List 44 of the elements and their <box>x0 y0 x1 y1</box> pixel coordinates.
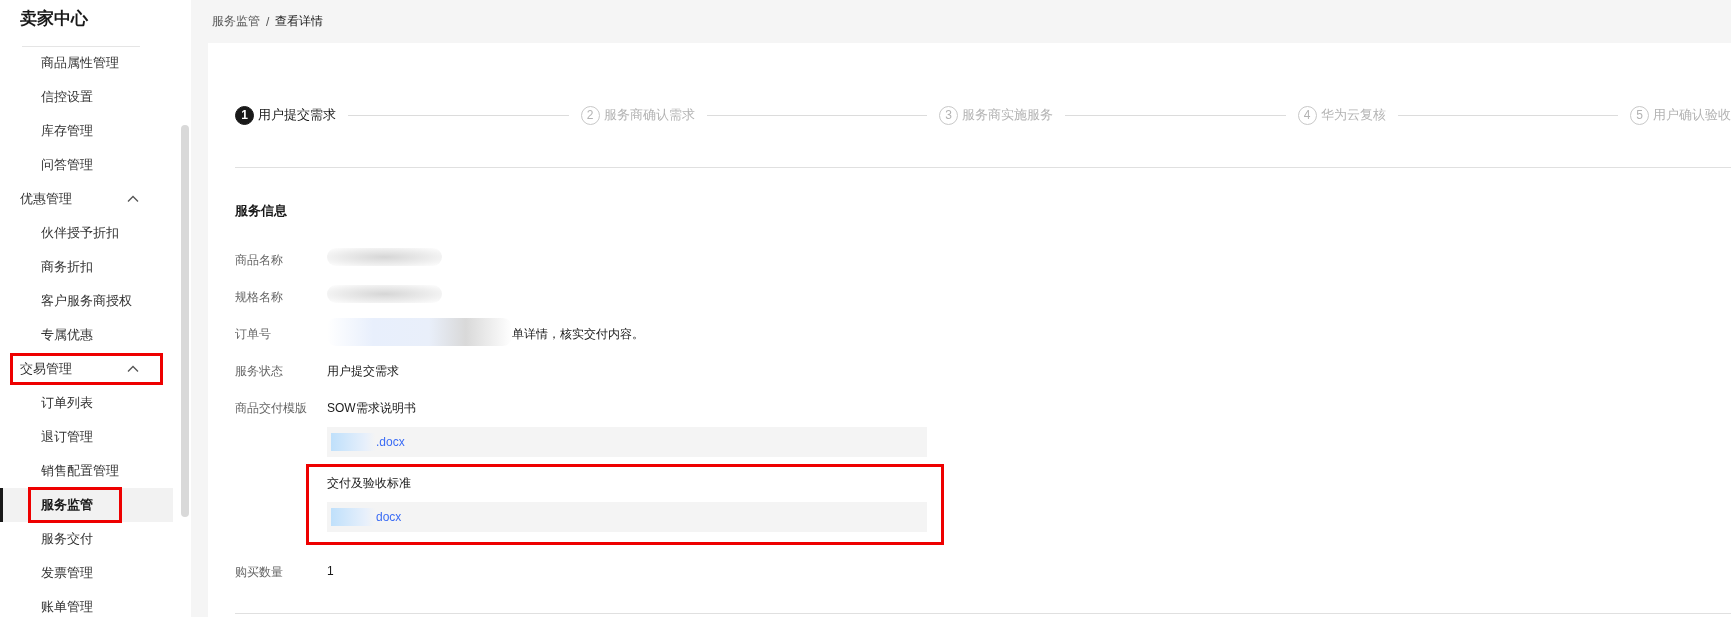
step-number: 1 <box>235 105 254 125</box>
field-value: 单详情，核实交付内容。 <box>512 326 644 343</box>
file-link[interactable]: .docx <box>376 435 405 449</box>
field-label: 订单号 <box>235 326 272 343</box>
sidebar-item[interactable]: 销售配置管理 <box>0 454 173 488</box>
sidebar-item[interactable]: 伙伴授予折扣 <box>0 216 173 250</box>
field-label: 商品交付模版 <box>235 400 308 417</box>
sidebar-group-header[interactable]: 交易管理 <box>9 352 164 386</box>
breadcrumb-item: 查看详情 <box>275 13 324 30</box>
field-value: 用户提交需求 <box>327 363 399 380</box>
sidebar-item[interactable]: 问答管理 <box>0 148 173 182</box>
file-title: SOW需求说明书 <box>327 400 417 417</box>
step-label: 用户确认验收 <box>1653 106 1731 124</box>
breadcrumb-item[interactable]: 服务监管 <box>212 13 260 30</box>
file-link[interactable]: docx <box>376 510 402 524</box>
sidebar-item[interactable]: 服务交付 <box>0 522 173 556</box>
field-label: 服务状态 <box>235 363 284 380</box>
sidebar-title: 卖家中心 <box>19 8 89 30</box>
sidebar-item[interactable]: 专属优惠 <box>0 318 173 352</box>
sidebar-item[interactable]: 账单管理 <box>0 590 173 617</box>
scrollbar[interactable] <box>181 125 189 517</box>
sidebar-item[interactable]: 订单列表 <box>0 386 173 420</box>
blurred-block <box>331 508 375 526</box>
breadcrumb-separator: / <box>266 14 270 29</box>
field-label: 购买数量 <box>235 564 284 581</box>
step-label: 用户提交需求 <box>258 106 336 124</box>
blurred-block <box>331 433 375 451</box>
sidebar-item[interactable]: 商品属性管理 <box>0 46 173 80</box>
sidebar-item[interactable]: 服务监管 <box>0 488 173 522</box>
sidebar-item[interactable]: 发票管理 <box>0 556 173 590</box>
sidebar-item[interactable]: 信控设置 <box>0 80 173 114</box>
sidebar-item[interactable]: 客户服务商授权 <box>0 284 173 318</box>
sidebar-group-header[interactable]: 优惠管理 <box>0 182 173 216</box>
step-label: 服务商实施服务 <box>962 106 1053 124</box>
sidebar-item[interactable]: 库存管理 <box>0 114 173 148</box>
field-label: 规格名称 <box>235 289 284 306</box>
sidebar-item[interactable]: 商务折扣 <box>0 250 173 284</box>
section-title: 服务信息 <box>235 202 288 220</box>
field-label: 商品名称 <box>235 252 284 269</box>
file-title: 交付及验收标准 <box>327 475 412 492</box>
sidebar-item[interactable]: 退订管理 <box>0 420 173 454</box>
field-value: 1 <box>327 564 334 578</box>
step-label: 华为云复核 <box>1320 106 1386 124</box>
step-label: 服务商确认需求 <box>603 106 695 124</box>
